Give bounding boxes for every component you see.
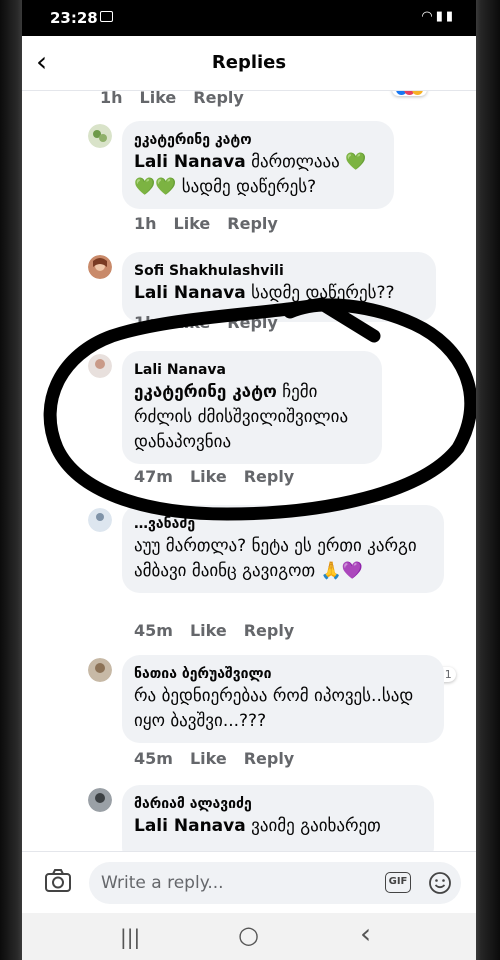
comment-time: 47m (134, 467, 173, 486)
avatar[interactable] (88, 658, 112, 682)
replies-list[interactable]: 1h Like Reply ეკატერინე კატო Lali Nanava მ… (22, 91, 476, 851)
comment-actions: 1h Like Reply (134, 313, 295, 332)
reply-input[interactable]: Write a reply... GIF (89, 862, 461, 904)
device-frame-right (476, 0, 500, 960)
comment-actions: 1h Like Reply (134, 214, 295, 233)
comment-bubble[interactable]: …ვანაძე აუუ მართლა? ნეტა ეს ერთი კარგი ა… (122, 505, 444, 593)
avatar[interactable] (88, 255, 112, 279)
mention-link[interactable]: Lali Nanava (134, 283, 246, 303)
comment-actions: 47m Like Reply (134, 467, 311, 486)
mention-link[interactable]: Lali Nanava (134, 152, 246, 172)
like-button[interactable]: Like (140, 91, 177, 107)
comment-author[interactable]: Lali Nanava (134, 360, 368, 380)
comment-actions: 1h Like Reply (100, 91, 261, 107)
comment-text: Lali Nanava ვაიმე გაიხარეთ (134, 814, 420, 839)
status-time: 23:28 (50, 9, 98, 27)
comment-bubble[interactable]: ეკატერინე კატო Lali Nanava მართლააა 💚💚💚 … (122, 121, 394, 209)
home-button[interactable]: ○ (238, 921, 259, 949)
avatar[interactable] (88, 508, 112, 532)
reply-button[interactable]: Reply (244, 467, 295, 486)
wifi-icon: ◠ (421, 9, 436, 24)
reply-button[interactable]: Reply (227, 313, 278, 332)
reply-button[interactable]: Reply (227, 214, 278, 233)
recents-button[interactable]: ||| (120, 925, 140, 949)
emoji-icon[interactable] (428, 871, 452, 895)
comment-actions: 45m Like Reply (134, 621, 311, 640)
battery-icon: ▮ (445, 9, 456, 24)
avatar[interactable] (88, 788, 112, 812)
image-icon (100, 11, 113, 22)
comment-author[interactable]: ეკატერინე კატო (134, 130, 380, 150)
status-bar: 23:28 ◠▮▮ (22, 0, 476, 36)
comment-author[interactable]: Sofi Shakhulashvili (134, 261, 422, 281)
comment-time: 1h (134, 214, 157, 233)
comment-time: 45m (134, 749, 173, 768)
reply-button[interactable]: Reply (244, 621, 295, 640)
like-button[interactable]: Like (190, 467, 227, 486)
comment-text: Lali Nanava სადმე დაწერეს?? (134, 281, 422, 306)
back-nav-button[interactable]: ‹ (360, 917, 371, 950)
comment-bubble[interactable]: Sofi Shakhulashvili Lali Nanava სადმე და… (122, 252, 436, 322)
comment-text: რა ბედნიერებაა რომ იპოვეს..სად იყო ბავშვ… (134, 686, 414, 731)
comment-author[interactable]: …ვანაძე (134, 514, 430, 534)
comment-actions: 45m Like Reply (134, 749, 311, 768)
reply-button[interactable]: Reply (193, 91, 244, 107)
reply-placeholder: Write a reply... (101, 873, 224, 893)
reaction-count: 1 (444, 668, 452, 681)
system-nav-bar: ||| ○ ‹ (22, 913, 476, 960)
status-icons: ◠▮▮ (421, 9, 456, 24)
gif-icon[interactable]: GIF (385, 872, 411, 893)
like-button[interactable]: Like (190, 749, 227, 768)
app-screen: ‹ Replies 1h Like Reply ეკატერინე კატო Lal… (22, 36, 476, 960)
comment-time: 45m (134, 621, 173, 640)
mention-link[interactable]: Lali Nanava (134, 816, 246, 836)
reply-button[interactable]: Reply (244, 749, 295, 768)
comment-text: Lali Nanava მართლააა 💚💚💚 სადმე დაწერეს? (134, 150, 380, 200)
like-button[interactable]: Like (174, 214, 211, 233)
avatar[interactable] (88, 124, 112, 148)
comment-body: სადმე დაწერეს?? (245, 283, 395, 303)
comment-text: ეკატერინე კატო ჩემი რძლის ძმისშვილიშვილი… (134, 380, 368, 455)
page-title: Replies (211, 52, 287, 73)
reply-composer: Write a reply... GIF (22, 851, 476, 914)
comment-bubble[interactable]: მარიამ ალავიძე Lali Nanava ვაიმე გაიხარე… (122, 785, 434, 851)
comment-bubble[interactable]: Lali Nanava ეკატერინე კატო ჩემი რძლის ძმ… (122, 351, 382, 464)
comment-body: ვაიმე გაიხარეთ (245, 816, 381, 836)
reaction-badge[interactable] (392, 91, 427, 96)
like-button[interactable]: Like (174, 313, 211, 332)
header: ‹ Replies (22, 36, 476, 91)
avatar[interactable] (88, 354, 112, 378)
comment-text: აუუ მართლა? ნეტა ეს ერთი კარგი ამბავი მა… (134, 536, 417, 581)
comment-author[interactable]: ნათია ბერუაშვილი (134, 664, 430, 684)
camera-icon[interactable] (44, 868, 72, 894)
haha-reaction-icon (412, 91, 423, 95)
comment-bubble[interactable]: ნათია ბერუაშვილი რა ბედნიერებაა რომ იპოვ… (122, 655, 444, 743)
mention-link[interactable]: ეკატერინე კატო (134, 382, 277, 402)
comment-author[interactable]: მარიამ ალავიძე (134, 794, 420, 814)
comment-time: 1h (100, 91, 123, 107)
comment-time: 1h (134, 313, 157, 332)
signal-icon: ▮ (435, 9, 446, 24)
like-button[interactable]: Like (190, 621, 227, 640)
device-frame-left (0, 0, 22, 960)
